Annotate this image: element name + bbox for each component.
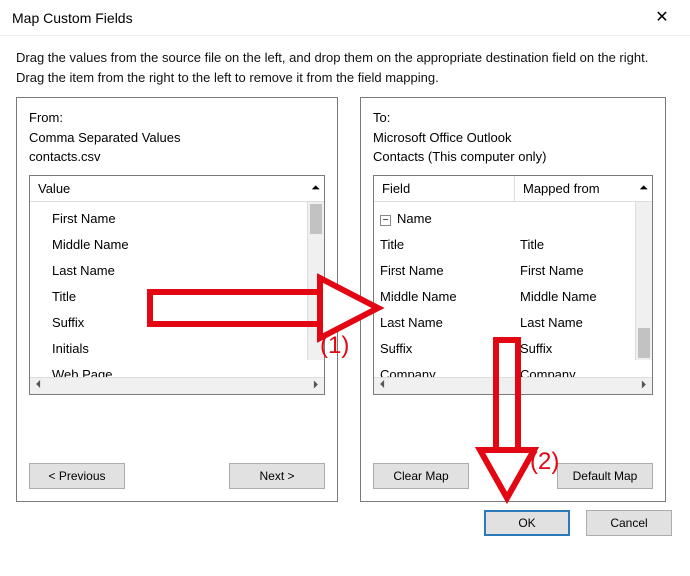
scroll-left-icon[interactable]: ⏴ bbox=[30, 379, 47, 392]
close-icon[interactable]: ✕ bbox=[640, 3, 684, 33]
from-pane: From: Comma Separated Values contacts.cs… bbox=[16, 97, 338, 502]
mapping-row[interactable]: Company Company bbox=[374, 362, 652, 377]
from-v-scrollbar[interactable] bbox=[307, 202, 324, 360]
scroll-left-icon[interactable]: ⏴ bbox=[374, 379, 391, 392]
dialog-footer: OK Cancel bbox=[0, 502, 690, 536]
source-item[interactable]: Title bbox=[30, 284, 324, 310]
to-col-field[interactable]: Field bbox=[374, 181, 514, 196]
scroll-right-icon[interactable]: ⏵ bbox=[307, 379, 324, 392]
default-map-button[interactable]: Default Map bbox=[557, 463, 653, 489]
columns: From: Comma Separated Values contacts.cs… bbox=[0, 87, 690, 502]
mapping-row[interactable]: Last Name Last Name bbox=[374, 310, 652, 336]
to-h-scrollbar[interactable]: ⏴ ⏵ bbox=[374, 377, 652, 394]
source-item[interactable]: First Name bbox=[30, 206, 324, 232]
source-item[interactable]: Middle Name bbox=[30, 232, 324, 258]
scrollbar-thumb[interactable] bbox=[310, 204, 322, 234]
header-scroll-up-icon[interactable]: ⏶ bbox=[307, 182, 324, 195]
header-scroll-up-icon[interactable]: ⏶ bbox=[635, 182, 652, 195]
source-item[interactable]: Last Name bbox=[30, 258, 324, 284]
to-app: Microsoft Office Outlook bbox=[373, 128, 653, 148]
mapped-cell: Company bbox=[514, 367, 652, 377]
from-h-scrollbar[interactable]: ⏴ ⏵ bbox=[30, 377, 324, 394]
source-item[interactable]: Initials bbox=[30, 336, 324, 362]
to-list-header[interactable]: Field Mapped from ⏶ bbox=[374, 176, 652, 202]
tree-collapse-icon[interactable]: − bbox=[380, 215, 391, 226]
window-title: Map Custom Fields bbox=[12, 10, 133, 26]
to-v-scrollbar[interactable] bbox=[635, 202, 652, 360]
from-label: From: bbox=[29, 108, 325, 128]
mapping-row[interactable]: Title Title bbox=[374, 232, 652, 258]
next-button[interactable]: Next > bbox=[229, 463, 325, 489]
cancel-button[interactable]: Cancel bbox=[586, 510, 672, 536]
mapping-row[interactable]: First Name First Name bbox=[374, 258, 652, 284]
to-button-row: Clear Map Default Map bbox=[373, 423, 653, 489]
from-col-value[interactable]: Value bbox=[30, 181, 307, 196]
tree-root[interactable]: −Name bbox=[374, 206, 652, 232]
source-item[interactable]: Web Page bbox=[30, 362, 324, 377]
instructions-text: Drag the values from the source file on … bbox=[0, 36, 690, 87]
previous-button[interactable]: < Previous bbox=[29, 463, 125, 489]
ok-button[interactable]: OK bbox=[484, 510, 570, 536]
field-cell: Company bbox=[374, 367, 514, 377]
field-cell: Middle Name bbox=[374, 289, 514, 304]
from-header: From: Comma Separated Values contacts.cs… bbox=[29, 108, 325, 167]
to-list-body: −Name Title Title First Name First Name … bbox=[374, 202, 652, 377]
mapping-row[interactable]: Suffix Suffix bbox=[374, 336, 652, 362]
mapped-cell: Title bbox=[514, 237, 652, 252]
mapped-cell: Last Name bbox=[514, 315, 652, 330]
from-button-row: < Previous Next > bbox=[29, 423, 325, 489]
to-col-mapped[interactable]: Mapped from bbox=[515, 181, 635, 196]
field-cell: Suffix bbox=[374, 341, 514, 356]
scroll-down-icon[interactable] bbox=[638, 328, 650, 358]
from-list-body: First Name Middle Name Last Name Title S… bbox=[30, 202, 324, 377]
titlebar: Map Custom Fields ✕ bbox=[0, 0, 690, 36]
mapping-row[interactable]: Middle Name Middle Name bbox=[374, 284, 652, 310]
from-list-header[interactable]: Value ⏶ bbox=[30, 176, 324, 202]
mapped-cell: Middle Name bbox=[514, 289, 652, 304]
to-label: To: bbox=[373, 108, 653, 128]
field-cell: Title bbox=[374, 237, 514, 252]
from-format: Comma Separated Values bbox=[29, 128, 325, 148]
from-listbox[interactable]: Value ⏶ First Name Middle Name Last Name… bbox=[29, 175, 325, 395]
to-folder: Contacts (This computer only) bbox=[373, 147, 653, 167]
field-cell: Last Name bbox=[374, 315, 514, 330]
scroll-right-icon[interactable]: ⏵ bbox=[635, 379, 652, 392]
from-file: contacts.csv bbox=[29, 147, 325, 167]
source-item[interactable]: Suffix bbox=[30, 310, 324, 336]
to-listbox[interactable]: Field Mapped from ⏶ −Name Title Title bbox=[373, 175, 653, 395]
mapped-cell: Suffix bbox=[514, 341, 652, 356]
to-pane: To: Microsoft Office Outlook Contacts (T… bbox=[360, 97, 666, 502]
field-cell: First Name bbox=[374, 263, 514, 278]
mapped-cell: First Name bbox=[514, 263, 652, 278]
to-header: To: Microsoft Office Outlook Contacts (T… bbox=[373, 108, 653, 167]
clear-map-button[interactable]: Clear Map bbox=[373, 463, 469, 489]
map-custom-fields-dialog: Map Custom Fields ✕ Drag the values from… bbox=[0, 0, 690, 573]
